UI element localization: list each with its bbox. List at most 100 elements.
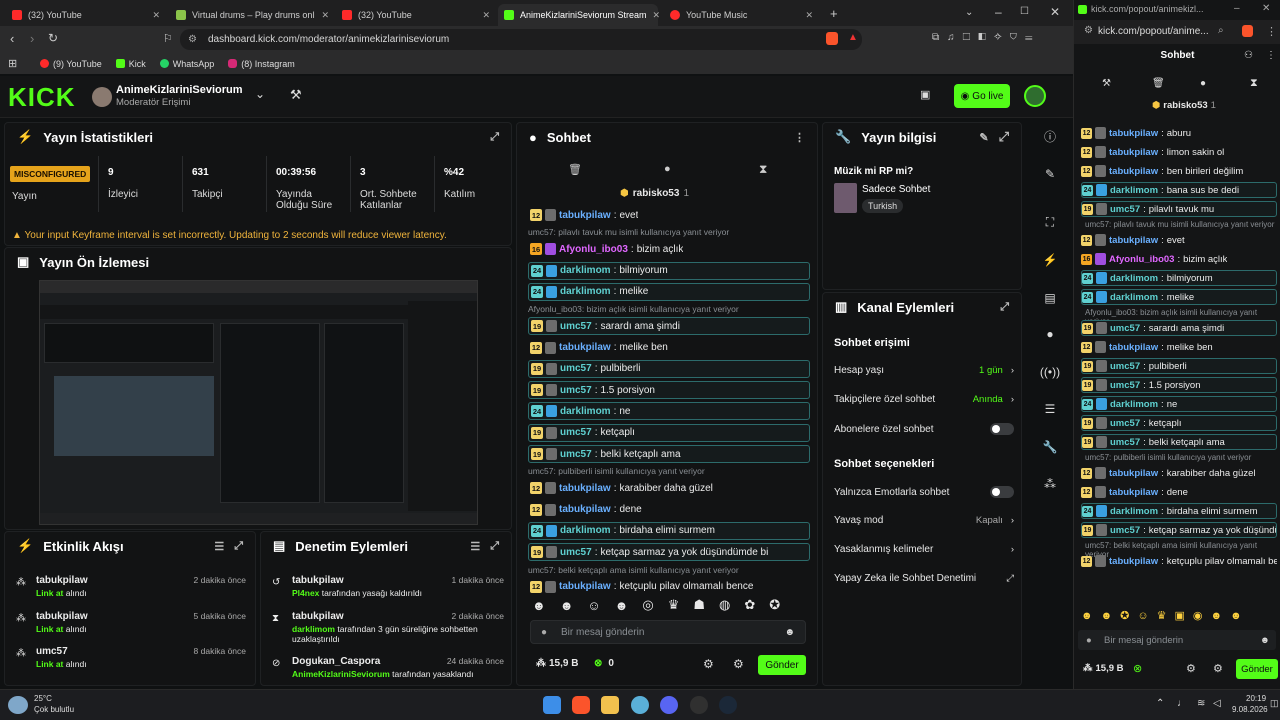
wrench-icon[interactable]: 🔧: [1040, 437, 1060, 457]
wifi-icon[interactable]: ≋: [1197, 698, 1205, 709]
app-icon[interactable]: [631, 696, 649, 714]
info-icon[interactable]: ⓘ: [1040, 126, 1060, 146]
emote-icon[interactable]: ✪: [769, 597, 780, 613]
chat-username[interactable]: tabukpilaw: [1109, 468, 1158, 479]
chat-message[interactable]: 12 tabukpilaw: limon sakin ol: [1081, 144, 1277, 160]
bookmark-youtube[interactable]: (9) YouTube: [40, 59, 102, 69]
account-age-row[interactable]: Hesap yaşı 1 gün ›: [834, 365, 1014, 376]
kicks-balance[interactable]: ⁂ 15,9 B: [536, 658, 578, 669]
broadcast-icon[interactable]: ((•)): [1040, 362, 1060, 382]
brave-rewards-icon[interactable]: ▲: [848, 32, 858, 43]
bookmark-kick[interactable]: Kick: [115, 59, 146, 69]
expand-icon[interactable]: ⤢: [1000, 301, 1009, 314]
chat-username[interactable]: umc57: [560, 363, 592, 374]
chat-message[interactable]: 12 tabukpilaw: evet: [1081, 232, 1277, 248]
chat-username[interactable]: darklimom: [560, 406, 611, 417]
reply-context[interactable]: umc57: pulbiberli isimli kullanıcıya yan…: [1085, 453, 1251, 462]
emote-icon[interactable]: ☻: [615, 598, 629, 613]
share-icon[interactable]: ⁂: [1040, 474, 1060, 494]
chat-message[interactable]: 19 umc57:1.5 porsiyon: [1081, 377, 1277, 393]
profile-avatar[interactable]: [1024, 85, 1046, 107]
slow-mode-row[interactable]: Yavaş mod Kapalı ›: [834, 515, 1014, 526]
chat-message[interactable]: 19 umc57: ketçaplı: [528, 423, 810, 442]
notification-icon[interactable]: ◫: [1270, 698, 1279, 709]
channel-dropdown-icon[interactable]: ⌄: [255, 87, 265, 101]
emote-icon[interactable]: ◉: [1193, 609, 1203, 622]
chat-username[interactable]: darklimom: [1110, 185, 1158, 196]
mic-icon[interactable]: ♩: [1177, 698, 1187, 709]
chat-icon[interactable]: ●: [1040, 324, 1060, 344]
close-icon[interactable]: ✕: [152, 10, 160, 21]
chat-message[interactable]: 19 umc57: pulbiberli: [1081, 358, 1277, 374]
timer-icon[interactable]: ⧗: [1250, 77, 1258, 90]
document-icon[interactable]: ▤: [1040, 288, 1060, 308]
mod-tools-icon[interactable]: ⚙: [733, 657, 744, 671]
volume-icon[interactable]: ◁: [1213, 698, 1221, 709]
chat-message[interactable]: 24 darklimom: ne: [528, 402, 810, 421]
bookmark-whatsapp[interactable]: WhatsApp: [159, 59, 214, 69]
chat-message[interactable]: 12 tabukpilaw: ben birileri değilim: [1081, 163, 1277, 179]
chat-username[interactable]: tabukpilaw: [1109, 128, 1158, 139]
chat-username[interactable]: tabukpilaw: [1109, 235, 1158, 246]
emote-icon[interactable]: ☻: [1081, 610, 1093, 622]
forward-icon[interactable]: ›: [30, 31, 34, 46]
tab-search-icon[interactable]: ⌄: [965, 7, 973, 18]
reply-context[interactable]: umc57: pilavlı tavuk mu isimli kullanıcı…: [1085, 220, 1274, 229]
emote-icon[interactable]: ◍: [719, 597, 730, 613]
chat-message[interactable]: 24 darklimom: bilmiyorum: [528, 261, 810, 280]
studio-icon[interactable]: ▣: [920, 88, 930, 101]
close-icon[interactable]: ✕: [482, 10, 490, 21]
chat-message[interactable]: 16 Afyonlu_ibo03: bizim açlık: [1081, 251, 1277, 267]
reply-context[interactable]: umc57: belki ketçaplı ama isimli kullanı…: [528, 565, 739, 575]
chat-username[interactable]: tabukpilaw: [559, 342, 611, 353]
new-tab-button[interactable]: +: [830, 6, 838, 21]
trash-icon[interactable]: 🗑: [568, 163, 582, 176]
settings-icon[interactable]: ⚙: [1186, 662, 1196, 675]
send-button[interactable]: Gönder: [758, 655, 806, 675]
chat-message[interactable]: 12 tabukpilaw: dene: [1081, 484, 1277, 500]
tab-kick-stream[interactable]: AnimeKizlariniSeviorum Stream ✕: [498, 4, 660, 26]
chat-username[interactable]: darklimom: [1110, 506, 1158, 517]
chat-username[interactable]: darklimom: [1110, 292, 1158, 303]
popout-address-bar[interactable]: ⚙ kick.com/popout/anime... ⌕ ⋮: [1074, 20, 1280, 44]
chat-username[interactable]: tabukpilaw: [559, 483, 611, 494]
emote-icon[interactable]: ☻: [560, 598, 574, 613]
chat-message[interactable]: 19 umc57: belki ketçaplı ama: [1081, 434, 1277, 450]
chat-username[interactable]: tabukpilaw: [1109, 166, 1158, 177]
mod-tools-icon[interactable]: ⚙: [1213, 662, 1223, 675]
bookmark-icon[interactable]: ⚐: [163, 32, 173, 45]
points-icon[interactable]: ⊗: [1133, 662, 1142, 675]
more-icon[interactable]: ⋮: [794, 131, 805, 144]
chat-username[interactable]: tabukpilaw: [1109, 556, 1158, 567]
more-icon[interactable]: ⋮: [1266, 25, 1277, 38]
chat-username[interactable]: darklimom: [560, 525, 611, 536]
users-icon[interactable]: ⚇: [1244, 50, 1253, 61]
search-icon[interactable]: ⌕: [1218, 25, 1224, 36]
popout-chat-input[interactable]: ● Bir mesaj gönderin ☻: [1078, 630, 1276, 650]
pinned-bar[interactable]: ⬢ rabisko53 1: [620, 188, 689, 199]
emote-icon[interactable]: ☻: [1230, 610, 1242, 622]
emote-icon[interactable]: ☺: [587, 598, 600, 613]
emote-icon[interactable]: ◎: [642, 597, 653, 613]
chat-username[interactable]: tabukpilaw: [1109, 147, 1158, 158]
sub-chat-toggle[interactable]: [990, 423, 1014, 435]
chat-username[interactable]: tabukpilaw: [559, 581, 611, 592]
chat-message[interactable]: 12 tabukpilaw: karabiber daha güzel: [1081, 465, 1277, 481]
emoji-icon[interactable]: ☻: [1260, 635, 1270, 646]
banned-words-row[interactable]: Yasaklanmış kelimeler ›: [834, 544, 1014, 555]
chat-message[interactable]: 12 tabukpilaw: evet: [528, 206, 810, 224]
chat-message[interactable]: 19 umc57: ketçaplı: [1081, 415, 1277, 431]
bolt-icon[interactable]: ⚡: [1040, 250, 1060, 270]
filter-icon[interactable]: ☰: [214, 540, 224, 553]
minimize-button[interactable]: –: [995, 5, 1002, 19]
chat-username[interactable]: umc57: [560, 385, 592, 396]
emote-icon[interactable]: ✪: [1120, 609, 1129, 622]
discord-icon[interactable]: [660, 696, 678, 714]
chat-username[interactable]: umc57: [1110, 418, 1140, 429]
bookmark-instagram[interactable]: (8) Instagram: [228, 59, 295, 69]
close-icon[interactable]: ✕: [805, 10, 813, 21]
popout-pinned-bar[interactable]: ⬢ rabisko53 1: [1152, 100, 1216, 111]
hammer-icon[interactable]: ⚒: [290, 87, 302, 103]
emote-icon[interactable]: ☻: [532, 598, 546, 613]
popout-send-button[interactable]: Gönder: [1236, 659, 1278, 679]
